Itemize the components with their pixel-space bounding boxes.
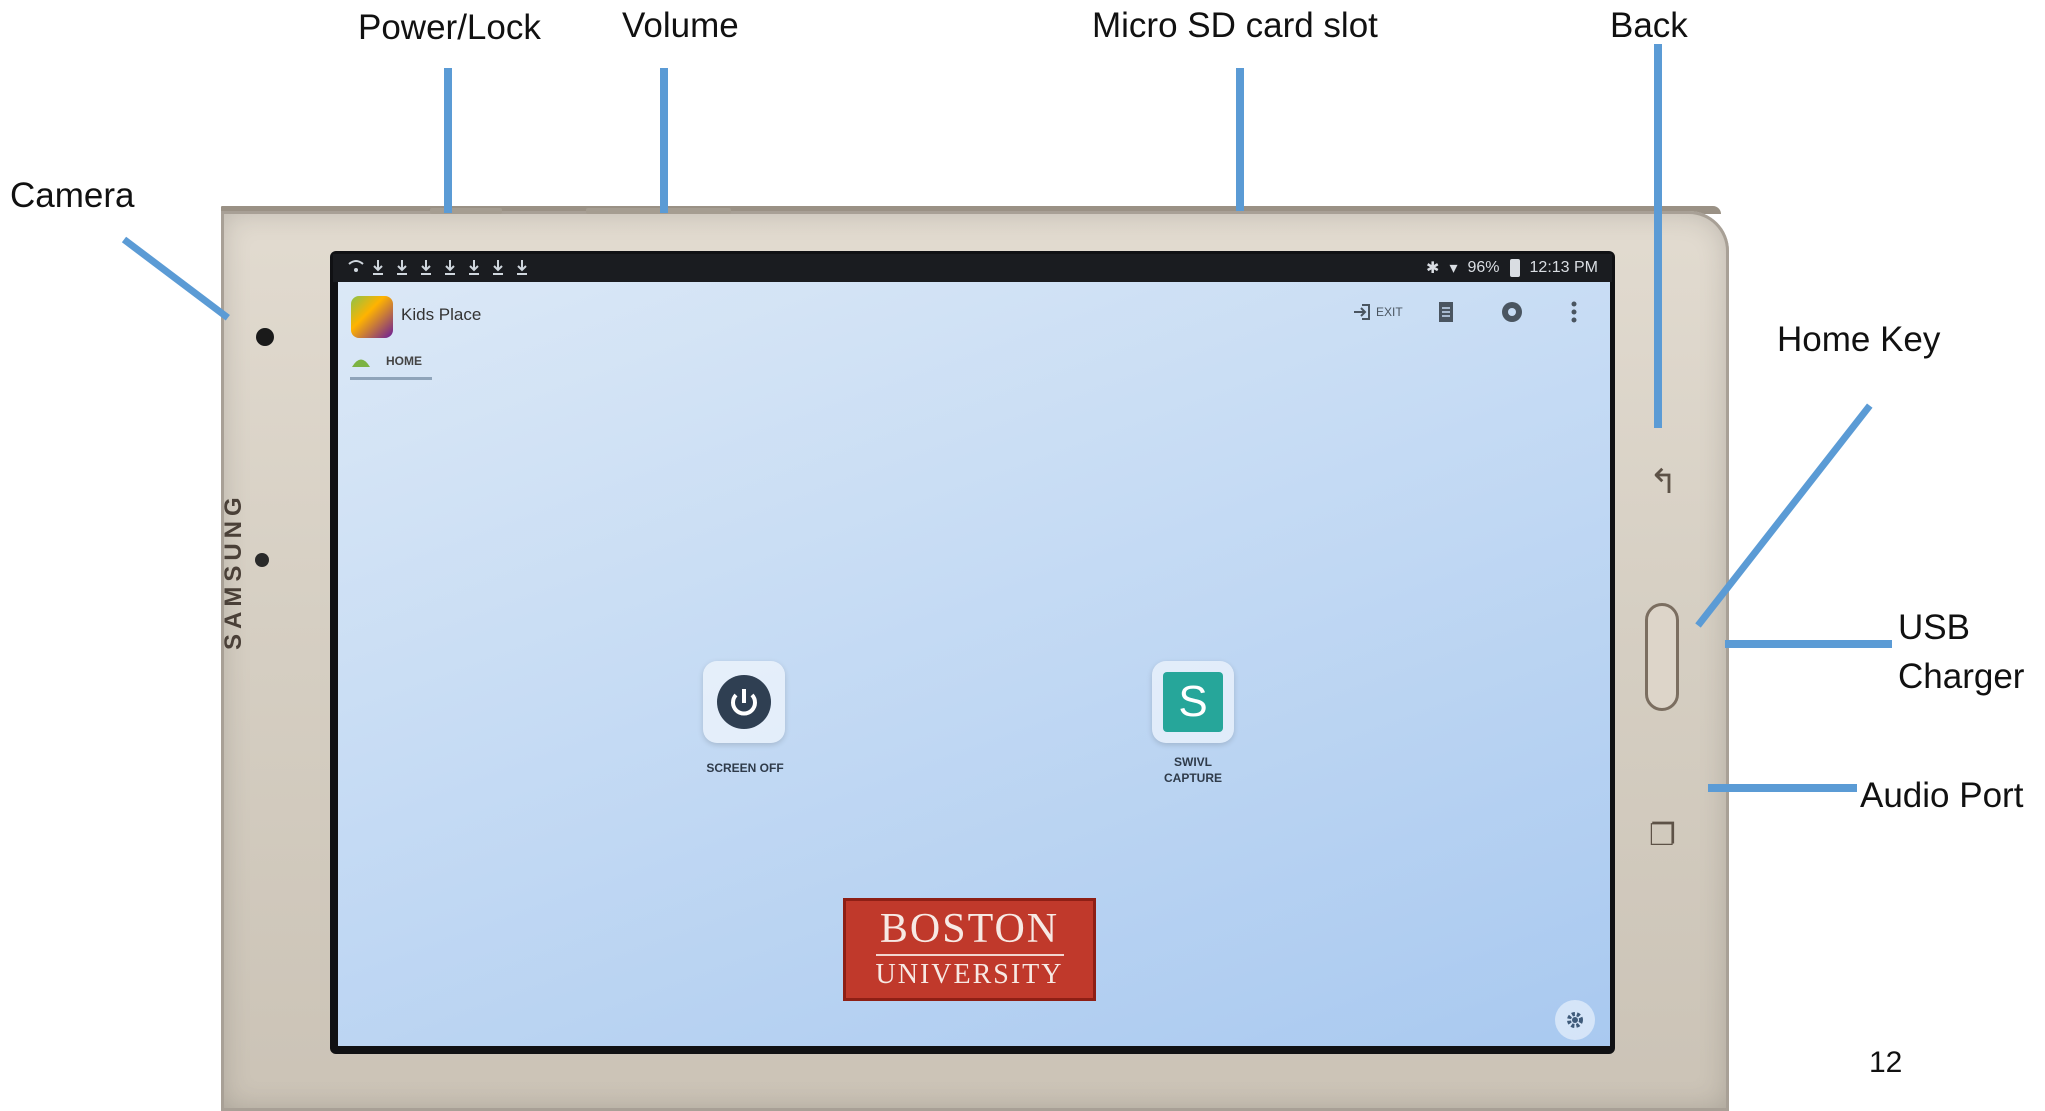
logo-line1: BOSTON bbox=[879, 906, 1060, 953]
power-lock-leader bbox=[444, 68, 452, 213]
light-sensor bbox=[255, 553, 269, 567]
screen-off-tile[interactable] bbox=[703, 661, 785, 743]
boston-university-logo: BOSTON UNIVERSITY bbox=[843, 898, 1096, 1001]
home-key[interactable] bbox=[1645, 603, 1679, 711]
android-icon bbox=[352, 359, 370, 367]
recent-apps-icon[interactable]: ❐ bbox=[1649, 818, 1676, 853]
label-micro-sd: Micro SD card slot bbox=[1092, 6, 1378, 45]
label-usb-line1: USB bbox=[1898, 608, 1970, 647]
brand-logo: SAMSUNG bbox=[220, 492, 247, 650]
tab-home-label: HOME bbox=[386, 354, 422, 368]
document-icon bbox=[1439, 302, 1453, 322]
swivl-icon: S bbox=[1163, 672, 1223, 732]
wifi-signal-icon: ▾ bbox=[1449, 260, 1458, 277]
swivl-letter: S bbox=[1178, 677, 1208, 726]
battery-icon bbox=[1509, 259, 1520, 277]
swivl-label-line1: SWIVL bbox=[1174, 755, 1212, 769]
status-bar: ✱ ▾ 96% 12:13 PM bbox=[333, 254, 1612, 282]
target-icon bbox=[1502, 302, 1522, 322]
exit-label: EXIT bbox=[1376, 305, 1403, 319]
clock: 12:13 PM bbox=[1529, 259, 1598, 276]
overflow-menu-button[interactable] bbox=[1570, 300, 1578, 324]
settings-wheel-button[interactable] bbox=[1500, 300, 1524, 324]
back-key-icon[interactable]: ↰ bbox=[1649, 462, 1678, 502]
download-icon bbox=[419, 258, 433, 276]
label-audio-port: Audio Port bbox=[1860, 776, 2024, 815]
system-status: ✱ ▾ 96% 12:13 PM bbox=[1426, 258, 1598, 278]
kids-place-logo bbox=[351, 296, 393, 338]
download-icon bbox=[467, 258, 481, 276]
download-icon bbox=[371, 258, 385, 276]
wifi-notification-icon bbox=[347, 258, 364, 276]
screen-off-label: SCREEN OFF bbox=[706, 761, 784, 775]
notification-icons bbox=[347, 258, 529, 276]
label-power-lock: Power/Lock bbox=[358, 8, 541, 47]
settings-button[interactable] bbox=[1555, 1000, 1595, 1040]
download-icon bbox=[443, 258, 457, 276]
swivl-capture-label: SWIVL CAPTURE bbox=[1138, 755, 1248, 786]
volume-rocker[interactable] bbox=[586, 208, 731, 214]
exit-button[interactable]: EXIT bbox=[1352, 302, 1403, 322]
power-lock-button[interactable] bbox=[430, 208, 502, 214]
label-home-key: Home Key bbox=[1777, 320, 1941, 359]
more-vert-icon bbox=[1571, 301, 1577, 323]
label-usb-charger: USB Charger bbox=[1898, 608, 2025, 696]
bluetooth-icon: ✱ bbox=[1426, 260, 1440, 277]
exit-icon bbox=[1354, 304, 1370, 320]
download-icon bbox=[491, 258, 505, 276]
label-volume: Volume bbox=[622, 6, 739, 45]
usb-charger-leader bbox=[1725, 640, 1892, 648]
volume-leader bbox=[660, 68, 668, 213]
logo-line2: UNIVERSITY bbox=[875, 954, 1064, 991]
back-leader bbox=[1654, 44, 1662, 428]
power-icon bbox=[717, 675, 771, 729]
tab-active-indicator bbox=[350, 377, 432, 380]
audio-port-leader bbox=[1708, 784, 1857, 792]
micro-sd-leader bbox=[1236, 68, 1244, 211]
label-camera: Camera bbox=[10, 176, 135, 215]
label-usb-line2: Charger bbox=[1898, 656, 2025, 696]
swivl-label-line2: CAPTURE bbox=[1163, 770, 1222, 785]
download-icon bbox=[395, 258, 409, 276]
swivl-capture-tile[interactable]: S bbox=[1152, 661, 1234, 743]
download-icon bbox=[515, 258, 529, 276]
tab-home[interactable]: HOME bbox=[350, 354, 422, 368]
label-back: Back bbox=[1610, 6, 1688, 45]
page-number: 12 bbox=[1869, 1046, 1903, 1079]
camera-leader bbox=[121, 236, 230, 321]
camera-lens bbox=[256, 328, 274, 346]
document-button[interactable] bbox=[1437, 301, 1455, 323]
battery-percent: 96% bbox=[1467, 259, 1500, 276]
gear-icon bbox=[1567, 1012, 1583, 1028]
app-title: Kids Place bbox=[401, 305, 482, 324]
